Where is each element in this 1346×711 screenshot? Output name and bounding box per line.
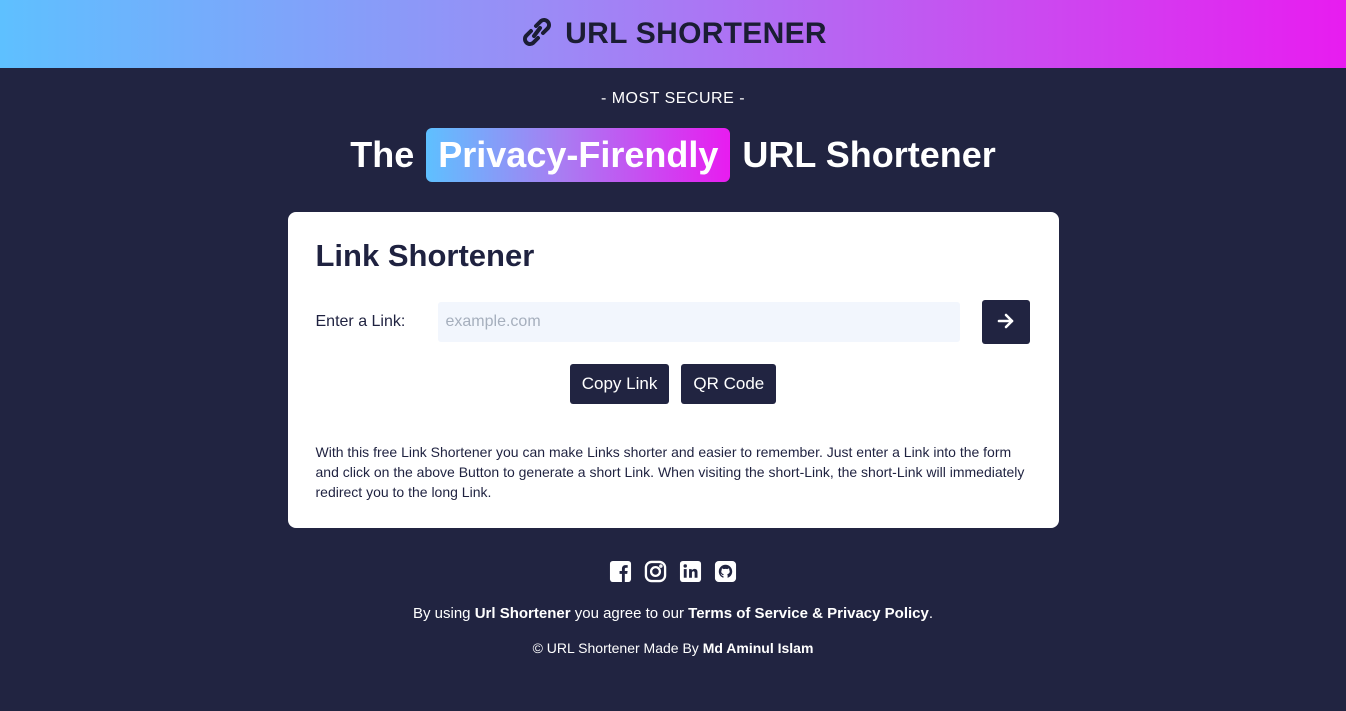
terms-prefix: By using <box>412 605 471 622</box>
action-buttons: Copy Link QR Code <box>316 364 1031 404</box>
card-title: Link Shortener <box>315 238 535 273</box>
terms-mid: you agree to our <box>574 605 684 622</box>
link-input-row: Enter a Link: <box>316 300 1031 344</box>
facebook-icon[interactable] <box>609 560 632 583</box>
copy-link-button[interactable]: Copy Link <box>569 364 670 404</box>
headline-highlight: Privacy-Firendly <box>426 128 731 182</box>
copyright: © URL Shortener Made By Md Aminul Islam <box>0 640 1346 656</box>
terms-end: . <box>928 605 934 622</box>
instagram-icon[interactable] <box>644 560 667 583</box>
linkedin-icon[interactable] <box>679 560 702 583</box>
copyright-text: © URL Shortener Made By <box>532 640 699 656</box>
link-icon <box>519 17 555 52</box>
top-header: URL SHORTENER <box>0 0 1346 68</box>
author-link[interactable]: Md Aminul Islam <box>703 640 814 656</box>
arrow-right-icon <box>997 313 1015 332</box>
headline-prefix: The <box>350 134 415 175</box>
brand-link[interactable]: Url Shortener <box>475 605 571 622</box>
app-title: URL SHORTENER <box>565 17 827 50</box>
qr-code-button[interactable]: QR Code <box>681 364 777 404</box>
link-input[interactable] <box>437 302 960 342</box>
description-text: With this free Link Shortener you can ma… <box>315 444 1025 500</box>
github-icon[interactable] <box>714 560 737 583</box>
social-links <box>0 560 1346 583</box>
brand[interactable]: URL SHORTENER <box>519 17 827 52</box>
link-shortener-card: Link Shortener Enter a Link: Copy Link Q… <box>287 212 1059 528</box>
tagline: - MOST SECURE - <box>600 90 746 107</box>
shorten-submit-button[interactable] <box>981 300 1030 344</box>
headline: The Privacy-Firendly URL Shortener <box>0 128 1346 182</box>
headline-suffix: URL Shortener <box>742 134 996 175</box>
link-input-label: Enter a Link: <box>315 313 406 330</box>
terms-notice: By using Url Shortener you agree to our … <box>0 605 1346 622</box>
terms-link[interactable]: Terms of Service & Privacy Policy <box>688 605 929 622</box>
